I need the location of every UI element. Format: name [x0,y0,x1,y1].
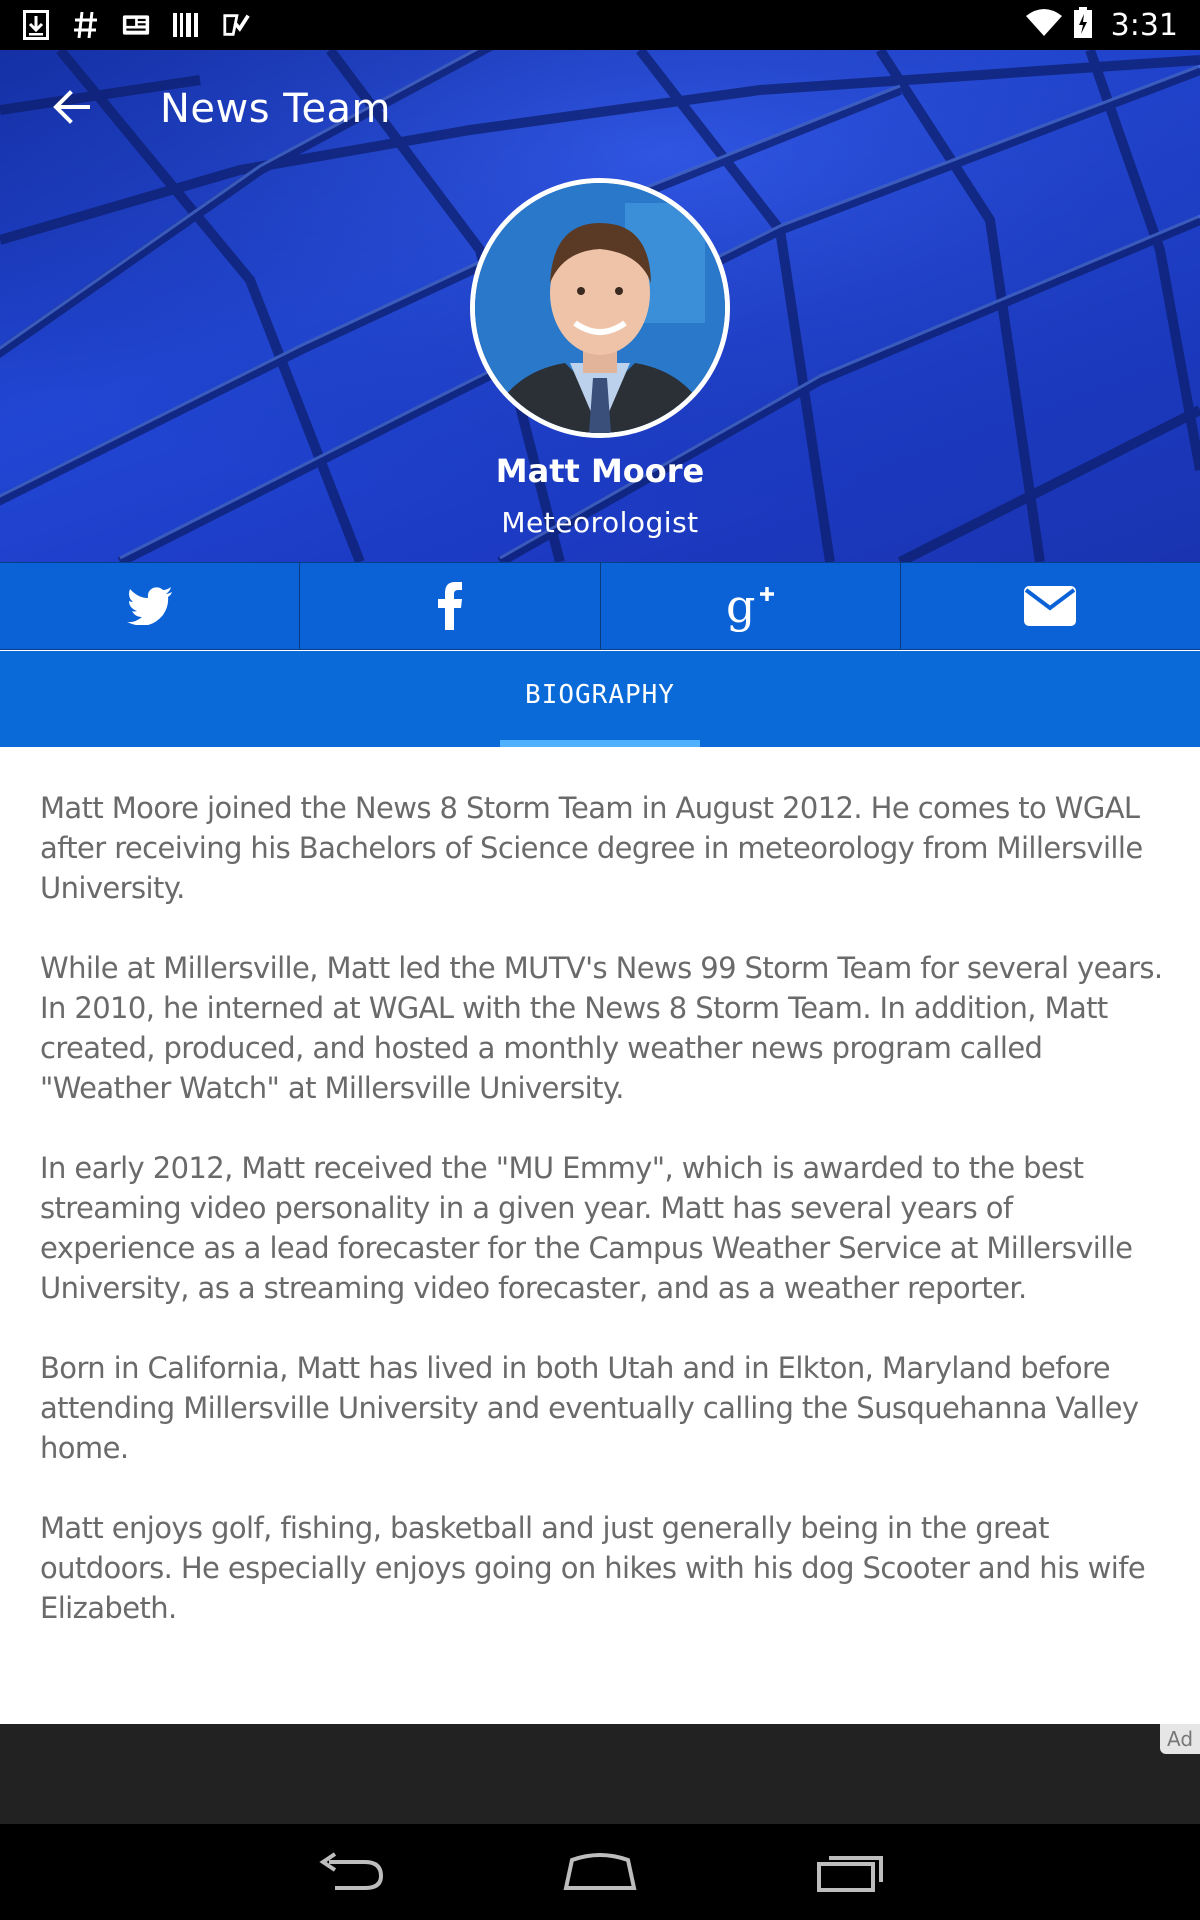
download-icon [22,10,50,40]
google-plus-icon: g [726,580,775,632]
facebook-button[interactable] [300,563,601,649]
profile-role: Meteorologist [501,506,699,539]
status-system-icons: 3:31 [1025,6,1178,44]
nav-home-button[interactable] [555,1842,645,1902]
nav-recents-button[interactable] [805,1842,895,1902]
ad-badge: Ad [1160,1724,1200,1754]
arrow-left-icon [53,90,90,124]
battery-charging-icon [1073,6,1093,44]
ad-banner[interactable]: Ad [0,1724,1200,1824]
tab-label: BIOGRAPHY [525,680,675,710]
biography-paragraph: In early 2012, Matt received the "MU Emm… [40,1151,1133,1305]
social-links: g [0,562,1200,650]
back-button[interactable] [46,84,98,130]
biography-paragraph: Born in California, Matt has lived in bo… [40,1351,1139,1465]
checklist-icon [222,10,250,40]
page-title: News Team [160,86,392,132]
biography-paragraph: While at Millersville, Matt led the MUTV… [40,951,1163,1105]
home-nav-icon [563,1853,637,1890]
envelope-icon [1024,586,1077,626]
system-nav-bar [0,1824,1200,1920]
email-button[interactable] [901,563,1200,649]
barcode-icon [172,10,200,40]
recents-nav-icon [817,1856,883,1892]
app-bar: News Team [0,50,1200,162]
news-icon [122,10,150,40]
wifi-icon [1025,8,1063,43]
status-notification-icons [22,10,250,40]
status-bar: 3:31 [0,0,1200,50]
biography-content: Matt Moore joined the News 8 Storm Team … [40,788,1165,1668]
google-plus-button[interactable]: g [601,563,901,649]
facebook-icon [437,582,462,630]
biography-paragraph: Matt enjoys golf, fishing, basketball an… [40,1511,1146,1625]
hashtag-icon [72,10,100,40]
back-nav-icon [319,1852,384,1890]
svg-text:g: g [726,580,755,632]
twitter-icon [126,587,172,625]
profile-header: News Team Matt Moore Meteorologist [0,50,1200,562]
tab-biography[interactable]: BIOGRAPHY [500,651,700,747]
nav-back-button[interactable] [305,1842,395,1902]
biography-paragraph: Matt Moore joined the News 8 Storm Team … [40,791,1143,905]
twitter-button[interactable] [0,563,301,649]
portrait-image [475,183,725,433]
tab-bar: BIOGRAPHY [0,651,1200,747]
profile-name: Matt Moore [495,452,705,490]
status-time: 3:31 [1110,7,1178,43]
tab-active-indicator [500,740,700,747]
avatar [470,178,730,438]
